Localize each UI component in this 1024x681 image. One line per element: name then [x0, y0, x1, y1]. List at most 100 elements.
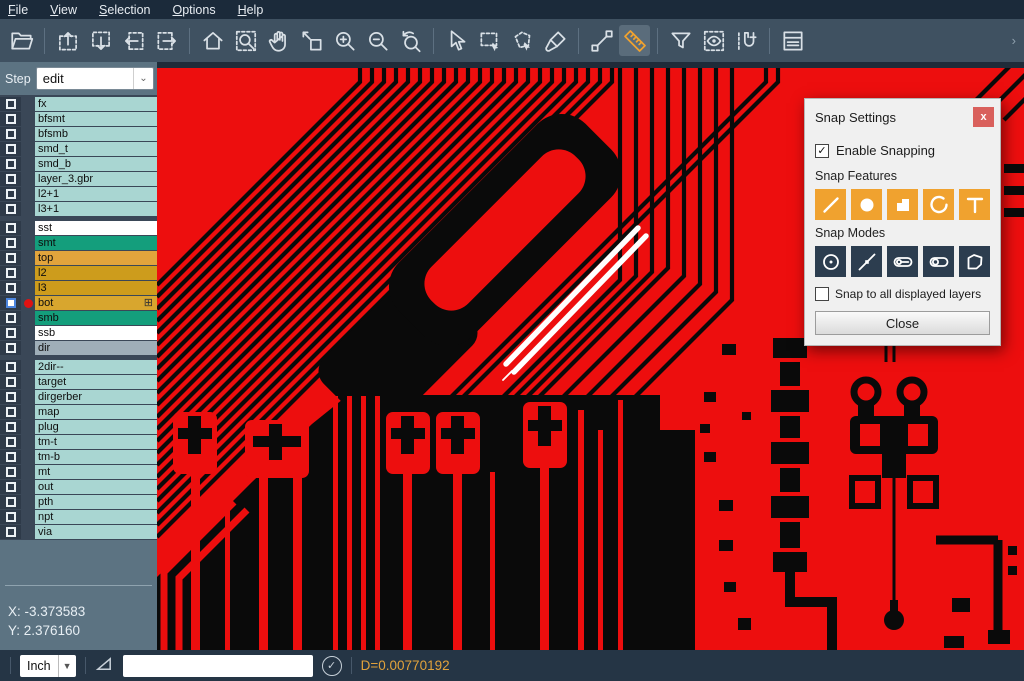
measure-input[interactable] [123, 655, 313, 677]
ruler-icon[interactable] [619, 25, 650, 56]
layer-name[interactable]: bfsmb [35, 127, 157, 141]
zoom-selection-icon[interactable] [296, 25, 327, 56]
layer-visibility-checkbox[interactable] [0, 112, 21, 126]
layer-visibility-checkbox[interactable] [0, 221, 21, 235]
select-pointer-icon[interactable] [441, 25, 472, 56]
layer-visibility-checkbox[interactable] [0, 360, 21, 374]
layer-name[interactable]: smb [35, 311, 157, 325]
layer-visibility-checkbox[interactable] [0, 341, 21, 355]
zoom-previous-icon[interactable] [395, 25, 426, 56]
layer-visibility-checkbox[interactable] [0, 236, 21, 250]
layer-visibility-checkbox[interactable] [0, 375, 21, 389]
layer-visibility-checkbox[interactable] [0, 311, 21, 325]
snap-feature-text-icon[interactable] [959, 189, 990, 220]
layer-visibility-checkbox[interactable] [0, 172, 21, 186]
menu-help[interactable]: Help [238, 3, 264, 17]
view-options-icon[interactable] [698, 25, 729, 56]
snap-feature-line-icon[interactable] [815, 189, 846, 220]
layer-visibility-checkbox[interactable] [0, 420, 21, 434]
layer-name[interactable]: plug [35, 420, 157, 434]
layer-visibility-checkbox[interactable] [0, 97, 21, 111]
layer-name[interactable]: tm-b [35, 450, 157, 464]
layer-name[interactable]: dir [35, 341, 157, 355]
layer-visibility-checkbox[interactable] [0, 251, 21, 265]
import-right-icon[interactable] [151, 25, 182, 56]
layer-visibility-checkbox[interactable] [0, 127, 21, 141]
layer-visibility-checkbox[interactable] [0, 435, 21, 449]
layer-name[interactable]: sst [35, 221, 157, 235]
layer-visibility-checkbox[interactable] [0, 157, 21, 171]
layer-visibility-checkbox[interactable] [0, 142, 21, 156]
enable-snapping-row[interactable]: ✓ Enable Snapping [815, 143, 990, 158]
layer-visibility-checkbox[interactable] [0, 510, 21, 524]
layer-visibility-checkbox[interactable] [0, 525, 21, 539]
layer-visibility-checkbox[interactable] [0, 187, 21, 201]
menu-options[interactable]: Options [172, 3, 215, 17]
close-icon[interactable]: x [973, 107, 994, 127]
layer-name[interactable]: bfsmt [35, 112, 157, 126]
layer-name[interactable]: smd_b [35, 157, 157, 171]
select-polygon-icon[interactable] [507, 25, 538, 56]
layer-visibility-checkbox[interactable] [0, 202, 21, 216]
layer-name[interactable]: ssb [35, 326, 157, 340]
layer-name[interactable]: tm-t [35, 435, 157, 449]
snap-feature-arc-icon[interactable] [923, 189, 954, 220]
close-button[interactable]: Close [815, 311, 990, 335]
menu-selection[interactable]: Selection [99, 3, 150, 17]
layer-visibility-checkbox[interactable] [0, 266, 21, 280]
layer-visibility-checkbox[interactable] [0, 390, 21, 404]
layer-visibility-checkbox[interactable] [0, 465, 21, 479]
snap-mode-point-on-line-icon[interactable] [851, 246, 882, 277]
layer-name[interactable]: npt [35, 510, 157, 524]
layer-name[interactable]: l2+1 [35, 187, 157, 201]
layer-name[interactable]: smt [35, 236, 157, 250]
filter-icon[interactable] [665, 25, 696, 56]
layer-name[interactable]: pth [35, 495, 157, 509]
snap-mode-center-icon[interactable] [815, 246, 846, 277]
open-folder-icon[interactable] [6, 25, 37, 56]
layer-visibility-checkbox[interactable] [0, 480, 21, 494]
unit-select[interactable]: Inch ▼ [20, 655, 76, 677]
measure-points-icon[interactable] [586, 25, 617, 56]
home-icon[interactable] [197, 25, 228, 56]
snap-feature-pad-icon[interactable] [851, 189, 882, 220]
pan-hand-icon[interactable] [263, 25, 294, 56]
layer-visibility-checkbox[interactable] [0, 495, 21, 509]
layer-name[interactable]: fx [35, 97, 157, 111]
import-left-icon[interactable] [118, 25, 149, 56]
notes-form-icon[interactable] [777, 25, 808, 56]
zoom-window-icon[interactable] [230, 25, 261, 56]
zoom-out-icon[interactable] [362, 25, 393, 56]
import-down-icon[interactable] [85, 25, 116, 56]
menu-view[interactable]: View [50, 3, 77, 17]
layer-name[interactable]: layer_3.gbr [35, 172, 157, 186]
zoom-in-icon[interactable] [329, 25, 360, 56]
dialog-title-bar[interactable]: Snap Settings x [805, 99, 1000, 132]
snap-mode-slot-center-line-icon[interactable] [887, 246, 918, 277]
layer-name[interactable]: dirgerber [35, 390, 157, 404]
layer-name[interactable]: l2 [35, 266, 157, 280]
layer-visibility-checkbox[interactable] [0, 405, 21, 419]
apply-check-icon[interactable]: ✓ [322, 656, 342, 676]
layer-name[interactable]: out [35, 480, 157, 494]
snap-mode-surface-corner-icon[interactable] [959, 246, 990, 277]
layer-name[interactable]: target [35, 375, 157, 389]
step-select[interactable]: edit ⌄ [36, 67, 154, 90]
snap-all-layers-checkbox[interactable] [815, 287, 829, 301]
layer-name[interactable]: mt [35, 465, 157, 479]
layer-name[interactable]: map [35, 405, 157, 419]
paint-brush-icon[interactable] [540, 25, 571, 56]
snap-icon[interactable] [731, 25, 762, 56]
layer-visibility-checkbox[interactable] [0, 281, 21, 295]
layer-visibility-checkbox[interactable] [0, 450, 21, 464]
import-up-icon[interactable] [52, 25, 83, 56]
enable-snapping-checkbox[interactable]: ✓ [815, 144, 829, 158]
layer-name[interactable]: l3 [35, 281, 157, 295]
snap-all-layers-row[interactable]: Snap to all displayed layers [815, 287, 990, 301]
layer-name[interactable]: 2dir-- [35, 360, 157, 374]
layer-name[interactable]: top [35, 251, 157, 265]
select-rectangle-icon[interactable] [474, 25, 505, 56]
layer-name[interactable]: smd_t [35, 142, 157, 156]
pcb-canvas[interactable]: Snap Settings x ✓ Enable Snapping Snap F… [157, 62, 1024, 650]
layer-name[interactable]: l3+1 [35, 202, 157, 216]
